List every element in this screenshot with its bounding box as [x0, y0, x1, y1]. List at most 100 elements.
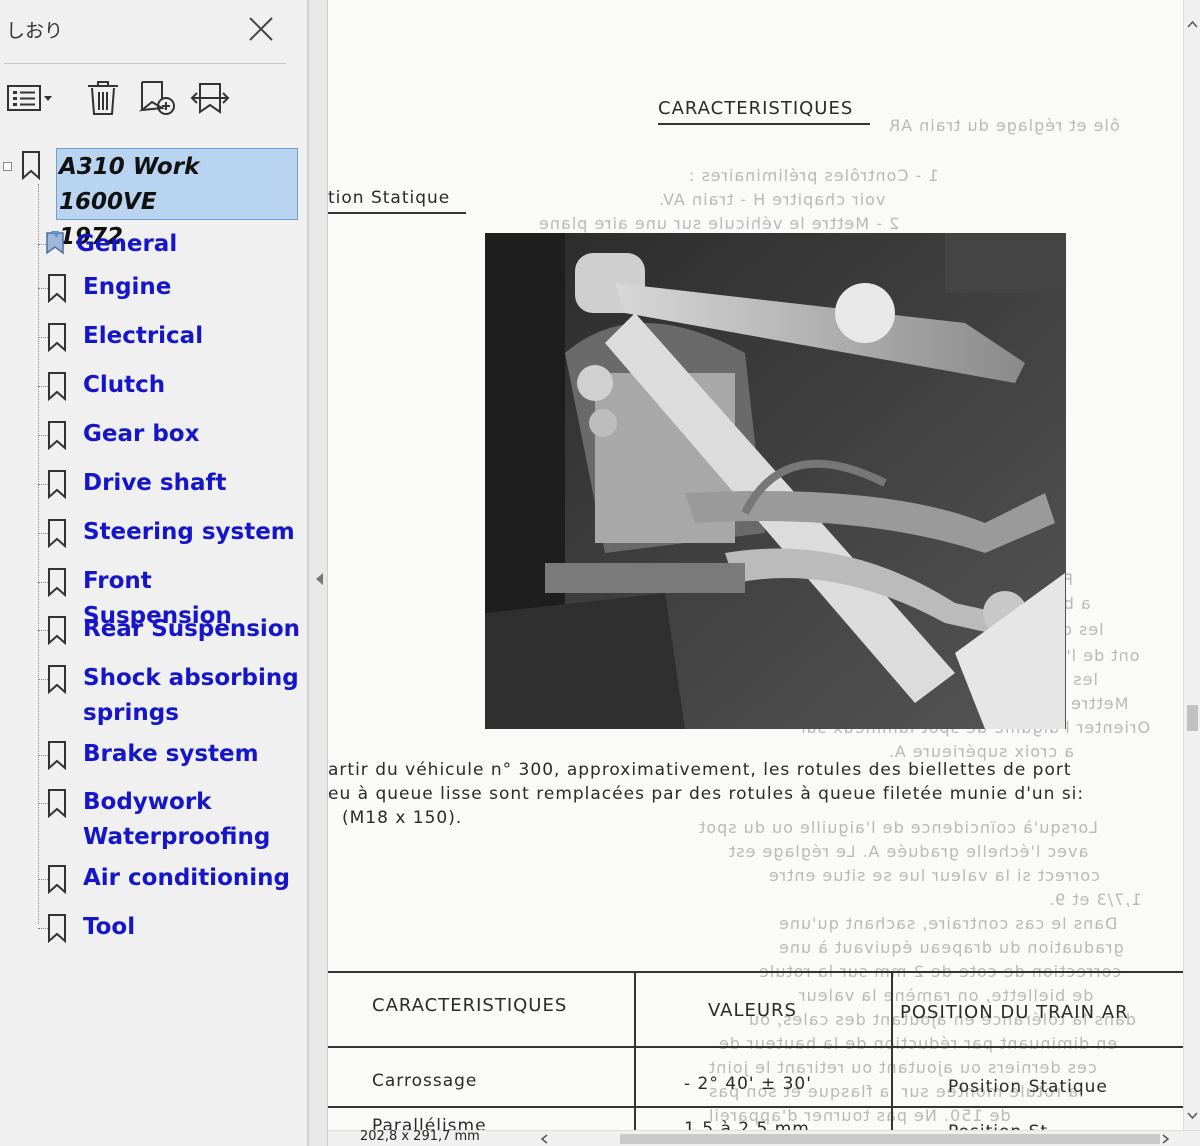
- table-border: [328, 971, 1183, 973]
- expand-bookmark-button[interactable]: [188, 78, 232, 118]
- table-header: POSITION DU TRAIN AR: [900, 1002, 1129, 1023]
- scroll-down-icon[interactable]: [1187, 1112, 1198, 1120]
- ghost-text-line: 2 - Mettre le véhicule sur une aire plan…: [538, 214, 900, 233]
- bookmark-icon: [48, 568, 66, 597]
- bookmark-item-gear-box[interactable]: Gear box: [46, 417, 199, 452]
- bookmark-special-icon: [46, 231, 64, 255]
- bookmark-item-bodywork[interactable]: Bodywork Waterproofing: [46, 785, 270, 855]
- table-border: [634, 971, 636, 1130]
- bookmark-item-drive-shaft[interactable]: Drive shaft: [46, 466, 227, 501]
- bookmark-root[interactable]: A310 Work 1600VE 1972: [56, 148, 298, 250]
- bookmark-label: Air conditioning: [83, 865, 290, 891]
- tree-line: [38, 928, 48, 929]
- bookmark-item-engine[interactable]: Engine: [46, 270, 171, 305]
- table-cell: Position Statique: [948, 1077, 1108, 1097]
- table-cell: Position St...: [948, 1122, 1067, 1130]
- bookmark-label: Engine: [83, 274, 172, 300]
- bookmark-label: General: [76, 231, 178, 257]
- bookmark-icon: [48, 789, 66, 818]
- ghost-text-line: 1,7/3 et 9.: [1048, 890, 1142, 909]
- status-bar: 202,8 x 291,7 mm: [328, 1129, 1200, 1146]
- add-bookmark-button[interactable]: [136, 78, 180, 118]
- table-cell: 1,5 à 2,5 mm: [684, 1119, 810, 1130]
- table-border: [891, 971, 893, 1130]
- bookmark-icon: [48, 665, 66, 694]
- trash-icon: [88, 81, 118, 115]
- paragraph-line-3: (M18 x 150).: [342, 808, 463, 828]
- tree-line: [38, 533, 48, 534]
- bookmark-item-general[interactable]: General: [44, 227, 177, 262]
- ghost-text-line: correct si la valeur lue se situe entre: [768, 866, 1100, 885]
- toolbar-divider: [4, 63, 286, 64]
- page-subheading: tion Statique: [328, 188, 451, 208]
- bookmark-item-brake-system[interactable]: Brake system: [46, 737, 259, 772]
- paragraph-line-2: eu à queue lisse sont remplacées par des…: [328, 784, 1085, 804]
- bookmark-item-rear-suspension[interactable]: Rear Suspension: [46, 612, 300, 647]
- options-menu-button[interactable]: [6, 78, 52, 118]
- horizontal-scroll-thumb[interactable]: [620, 1134, 1160, 1144]
- bookmark-item-shock-absorbing[interactable]: Shock absorbing springs: [46, 661, 299, 731]
- vertical-scroll-thumb[interactable]: [1187, 705, 1198, 731]
- bookmark-icon: [22, 151, 40, 180]
- bookmark-icon: [48, 372, 66, 401]
- bookmark-label: Rear Suspension: [83, 616, 300, 642]
- delete-bookmark-button[interactable]: [82, 78, 126, 118]
- tree-line: [38, 288, 48, 289]
- panel-splitter[interactable]: [308, 0, 328, 1146]
- bookmark-label-continued: springs: [83, 700, 179, 726]
- tree-line: [38, 679, 48, 680]
- ghost-text-line: a croix supérieure A.: [888, 742, 1075, 761]
- bookmark-label: Electrical: [83, 323, 204, 349]
- close-icon: [249, 17, 273, 41]
- scroll-right-icon[interactable]: [1160, 1134, 1170, 1144]
- bookmark-item-steering-system[interactable]: Steering system: [46, 515, 295, 550]
- bookmark-label: Brake system: [83, 741, 259, 767]
- document-view[interactable]: ôle et réglage du train AR 1 - Contrôles …: [328, 0, 1183, 1130]
- vertical-scrollbar[interactable]: [1183, 0, 1200, 1130]
- bookmark-icon: [48, 914, 66, 943]
- scroll-up-icon[interactable]: [1187, 20, 1198, 28]
- ghost-text-line: ôle et réglage du train AR: [888, 116, 1120, 135]
- tree-line: [38, 435, 48, 436]
- bookmark-label: Tool: [83, 914, 136, 940]
- bookmark-item-clutch[interactable]: Clutch: [46, 368, 165, 403]
- table-header: CARACTERISTIQUES: [372, 995, 568, 1016]
- bookmark-label: Steering system: [83, 519, 295, 545]
- table-header: VALEURS: [708, 1000, 797, 1021]
- panel-title: しおり: [6, 20, 64, 42]
- bookmark-icon: [48, 470, 66, 499]
- bookmark-item-electrical[interactable]: Electrical: [46, 319, 203, 354]
- bookmarks-panel: しおり A310 Work 1600VE 1972 General Engine…: [0, 0, 308, 1146]
- bookmark-root-icon-wrap: [20, 150, 42, 180]
- close-panel-button[interactable]: [246, 14, 276, 44]
- list-options-icon: [7, 85, 52, 111]
- tree-line: [38, 337, 48, 338]
- bookmark-label-continued: Waterproofing: [83, 824, 271, 850]
- table-border: [328, 1046, 1183, 1048]
- subheading-underline: [328, 212, 466, 214]
- collapse-toggle[interactable]: [3, 162, 12, 171]
- photo-graphic: [485, 233, 1066, 729]
- heading-underline: [658, 123, 870, 125]
- scroll-left-icon[interactable]: [540, 1134, 550, 1144]
- collapse-panel-icon[interactable]: [313, 570, 325, 588]
- page-size-readout: 202,8 x 291,7 mm: [360, 1129, 480, 1144]
- ghost-text-line: en diminuant par réduction de la hauteur…: [718, 1034, 1118, 1053]
- ghost-text-line: avec l'échelle graduée A. Le réglage est: [728, 842, 1089, 861]
- bookmark-icon: [48, 741, 66, 770]
- suspension-photo: [485, 233, 1066, 729]
- bookmark-label: Gear box: [83, 421, 200, 447]
- table-cell: Parallélisme: [372, 1116, 487, 1130]
- bookmark-label: Clutch: [83, 372, 166, 398]
- bookmark-item-tool[interactable]: Tool: [46, 910, 135, 945]
- tree-line: [38, 484, 48, 485]
- ghost-text-line: Lorsqu'à coïncidence de l'aiguille ou du…: [698, 818, 1098, 837]
- bookmark-icon: [48, 274, 66, 303]
- page-heading: CARACTERISTIQUES: [658, 98, 854, 119]
- tree-line: [38, 386, 48, 387]
- bookmark-expand-icon: [190, 83, 230, 114]
- bookmark-icon: [48, 519, 66, 548]
- bookmark-label: Bodywork: [83, 789, 212, 815]
- tree-line: [38, 879, 48, 880]
- bookmark-item-air-conditioning[interactable]: Air conditioning: [46, 861, 290, 896]
